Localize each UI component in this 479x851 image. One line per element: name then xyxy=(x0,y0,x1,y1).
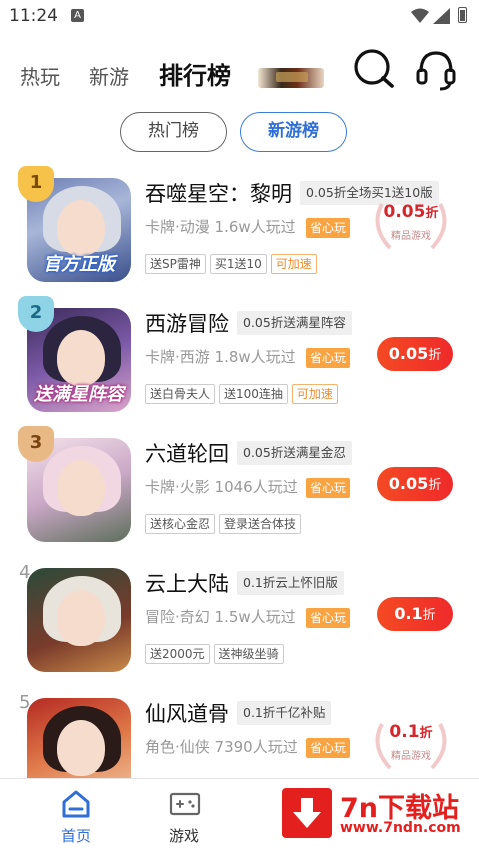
signal-icon xyxy=(433,8,450,24)
watermark-url: www.7ndn.com xyxy=(340,820,461,836)
discount-subtitle: 精品游戏 xyxy=(391,751,431,762)
game-name: 六道轮回 xyxy=(145,442,229,466)
game-name: 仙风道骨 xyxy=(145,702,229,726)
promo-logo-banner[interactable] xyxy=(258,68,324,88)
rank-number: 4 xyxy=(19,562,31,583)
tag: 送SP雷神 xyxy=(145,254,206,274)
tab-hot[interactable]: 热玩 xyxy=(20,61,60,90)
game-list-item[interactable]: 官方正版 1 吞噬星空：黎明 0.05折全场买1送10版 卡牌·动漫 1.6w人… xyxy=(0,166,479,296)
home-icon xyxy=(62,790,90,818)
tag-accelerate: 可加速 xyxy=(270,254,317,274)
nav-games-label: 游戏 xyxy=(168,827,199,845)
tag: 送神级坐骑 xyxy=(213,644,284,664)
tag: 买1送10 xyxy=(209,254,267,274)
promo-label: 0.05折送满星阵容 xyxy=(237,311,352,335)
rank-number: 5 xyxy=(19,692,31,713)
promo-label: 0.1折千亿补贴 xyxy=(237,701,332,725)
discount-value: 0.1折 xyxy=(389,722,433,742)
tag: 送2000元 xyxy=(145,644,210,664)
save-badge: 省心玩 xyxy=(306,478,351,498)
tag-list: 送白骨夫人 送100连抽 可加速 xyxy=(145,383,342,404)
tag: 登录送合体技 xyxy=(219,514,302,534)
discount-subtitle: 精品游戏 xyxy=(391,231,431,242)
tag: 送100连抽 xyxy=(219,384,288,404)
nav-home[interactable]: 首页 xyxy=(31,779,121,851)
search-icon[interactable] xyxy=(352,48,396,92)
game-meta: 卡牌·西游 1.8w人玩过 xyxy=(145,348,296,366)
discount-laurel[interactable]: 0.1折 精品游戏 xyxy=(368,716,454,774)
save-badge: 省心玩 xyxy=(306,738,351,758)
rank-badge: 3 xyxy=(18,426,54,462)
rank-badge: 1 xyxy=(18,166,54,202)
discount-button[interactable]: 0.05折 xyxy=(377,337,453,371)
top-nav: 热玩 新游 排行榜 xyxy=(0,48,479,98)
rank-badge: 2 xyxy=(18,296,54,332)
segment-new-ranking[interactable]: 新游榜 xyxy=(240,112,347,152)
save-badge: 省心玩 xyxy=(306,608,351,628)
tag: 送白骨夫人 xyxy=(145,384,216,404)
game-meta: 冒险·奇幻 1.5w人玩过 xyxy=(145,608,296,626)
game-icon[interactable] xyxy=(27,568,131,672)
tag-list: 送2000元 送神级坐骑 xyxy=(145,643,288,664)
game-list-item[interactable]: 4 云上大陆 0.1折云上怀旧版 冒险·奇幻 1.5w人玩过 省心玩 送2000… xyxy=(0,556,479,686)
discount-laurel[interactable]: 0.05折 精品游戏 xyxy=(368,196,454,254)
discount-value: 0.05折 xyxy=(383,202,439,222)
tag-list: 送SP雷神 买1送10 可加速 xyxy=(145,253,321,274)
site-watermark: 7n下载站 www.7ndn.com xyxy=(276,782,474,844)
discount-button[interactable]: 0.1折 xyxy=(377,597,453,631)
promo-label: 0.1折云上怀旧版 xyxy=(237,571,344,595)
tag-accelerate: 可加速 xyxy=(291,384,338,404)
promo-label: 0.05折送满星金忍 xyxy=(237,441,352,465)
notification-a-icon: A xyxy=(71,9,84,22)
download-arrow-icon xyxy=(282,788,332,838)
discount-button[interactable]: 0.05折 xyxy=(377,467,453,501)
icon-caption: 送满星阵容 xyxy=(34,384,124,405)
segment-hot-ranking[interactable]: 热门榜 xyxy=(120,112,227,152)
nav-games[interactable]: 游戏 xyxy=(139,779,229,851)
game-list-item[interactable]: 送满星阵容 2 西游冒险 0.05折送满星阵容 卡牌·西游 1.8w人玩过 省心… xyxy=(0,296,479,426)
tag: 送核心金忍 xyxy=(145,514,216,534)
battery-icon xyxy=(458,7,467,23)
nav-home-label: 首页 xyxy=(60,827,91,845)
game-name: 西游冒险 xyxy=(145,312,229,336)
game-name: 吞噬星空：黎明 xyxy=(145,182,292,206)
save-badge: 省心玩 xyxy=(306,218,351,238)
customer-service-icon[interactable] xyxy=(414,48,458,92)
status-bar: 11:24 A xyxy=(0,0,479,34)
tab-ranking[interactable]: 排行榜 xyxy=(159,56,231,91)
status-time: 11:24 xyxy=(9,6,58,26)
game-controller-icon xyxy=(169,792,201,816)
tag-list: 送核心金忍 登录送合体技 xyxy=(145,513,305,534)
save-badge: 省心玩 xyxy=(306,348,351,368)
wifi-icon xyxy=(411,8,429,23)
game-meta: 角色·仙侠 7390人玩过 xyxy=(145,738,298,756)
game-meta: 卡牌·火影 1046人玩过 xyxy=(145,478,298,496)
game-meta: 卡牌·动漫 1.6w人玩过 xyxy=(145,218,296,236)
game-list-item[interactable]: 3 六道轮回 0.05折送满星金忍 卡牌·火影 1046人玩过 省心玩 送核心金… xyxy=(0,426,479,556)
game-name: 云上大陆 xyxy=(145,572,229,596)
tab-new[interactable]: 新游 xyxy=(89,61,129,90)
icon-caption: 官方正版 xyxy=(43,254,115,275)
